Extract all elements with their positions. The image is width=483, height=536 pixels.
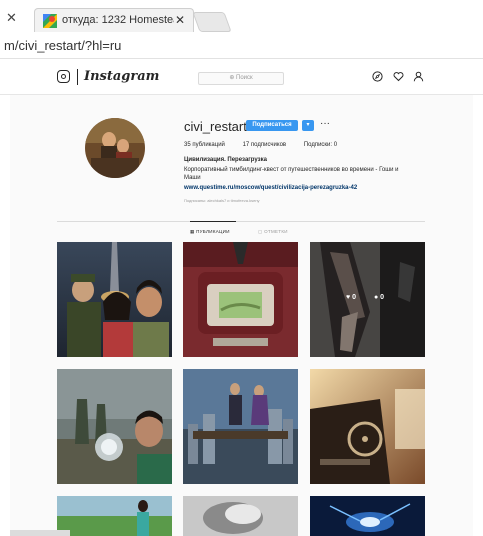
followed-by-text[interactable]: Подписаны: alechkals7 и timofeeva.kseny — [184, 198, 260, 203]
profile-website-link[interactable]: www.questime.ru/moscow/quest/civilizacij… — [184, 185, 357, 191]
followers-count[interactable]: 17 подписчиков — [243, 142, 287, 148]
active-tab-indicator — [190, 221, 236, 222]
tab-tagged[interactable]: ▢ ОТМЕТКИ — [258, 229, 288, 235]
url-text[interactable]: m/civi_restart/?hl=ru — [4, 38, 121, 53]
profile-bio: Корпоративный тимбилдинг-квест от путеше… — [184, 167, 399, 181]
post-thumbnail[interactable] — [310, 369, 425, 484]
profile-stats: 35 публикаций 17 подписчиков Подписки: 0 — [184, 142, 353, 148]
address-bar[interactable]: m/civi_restart/?hl=ru — [0, 32, 483, 59]
profile-full-name: Цивилизация. Перезагрузка — [184, 157, 267, 163]
close-icon[interactable]: ✕ — [6, 10, 17, 26]
horizontal-scrollbar[interactable] — [10, 530, 70, 536]
profile-username: civi_restart — [184, 119, 247, 134]
browser-tab[interactable]: откуда: 1232 Homestea ✕ — [34, 8, 194, 33]
browser-tab-bar: ✕ откуда: 1232 Homestea ✕ — [0, 0, 483, 33]
profile-icon[interactable] — [413, 71, 424, 82]
header-separator — [77, 69, 78, 85]
more-options-icon[interactable]: ··· — [320, 118, 330, 129]
instagram-wordmark[interactable]: Instagram — [84, 69, 159, 84]
post-thumbnail[interactable] — [183, 242, 298, 357]
post-thumbnail[interactable] — [183, 496, 298, 536]
post-thumbnail[interactable] — [57, 369, 172, 484]
instagram-header: Instagram ⊕ Поиск — [0, 60, 483, 95]
posts-count: 35 публикаций — [184, 142, 225, 148]
post-thumbnail[interactable] — [310, 496, 425, 536]
comments-count: ● 0 — [374, 294, 385, 301]
tab-title: откуда: 1232 Homestea — [62, 14, 174, 26]
suggestions-dropdown-button[interactable]: ▾ — [302, 120, 314, 131]
new-tab-button[interactable] — [192, 12, 232, 32]
profile-avatar[interactable] — [85, 118, 145, 178]
following-count[interactable]: Подписки: 0 — [304, 142, 337, 148]
post-thumbnail[interactable] — [183, 369, 298, 484]
likes-count: ♥ 0 — [346, 294, 356, 301]
post-thumbnail[interactable] — [57, 496, 172, 536]
search-input[interactable]: ⊕ Поиск — [198, 72, 284, 85]
tabs-divider — [57, 221, 425, 222]
post-thumbnail[interactable]: ♥ 0 ● 0 — [310, 242, 425, 357]
compass-icon[interactable] — [372, 71, 383, 82]
follow-button[interactable]: Подписаться — [246, 120, 298, 131]
instagram-camera-icon[interactable] — [57, 70, 70, 83]
heart-icon[interactable] — [393, 71, 404, 82]
tab-posts[interactable]: ▦ ПУБЛИКАЦИИ — [190, 229, 230, 235]
tab-close-icon[interactable]: ✕ — [175, 13, 185, 27]
maps-favicon-icon — [43, 14, 57, 28]
post-thumbnail[interactable] — [57, 242, 172, 357]
